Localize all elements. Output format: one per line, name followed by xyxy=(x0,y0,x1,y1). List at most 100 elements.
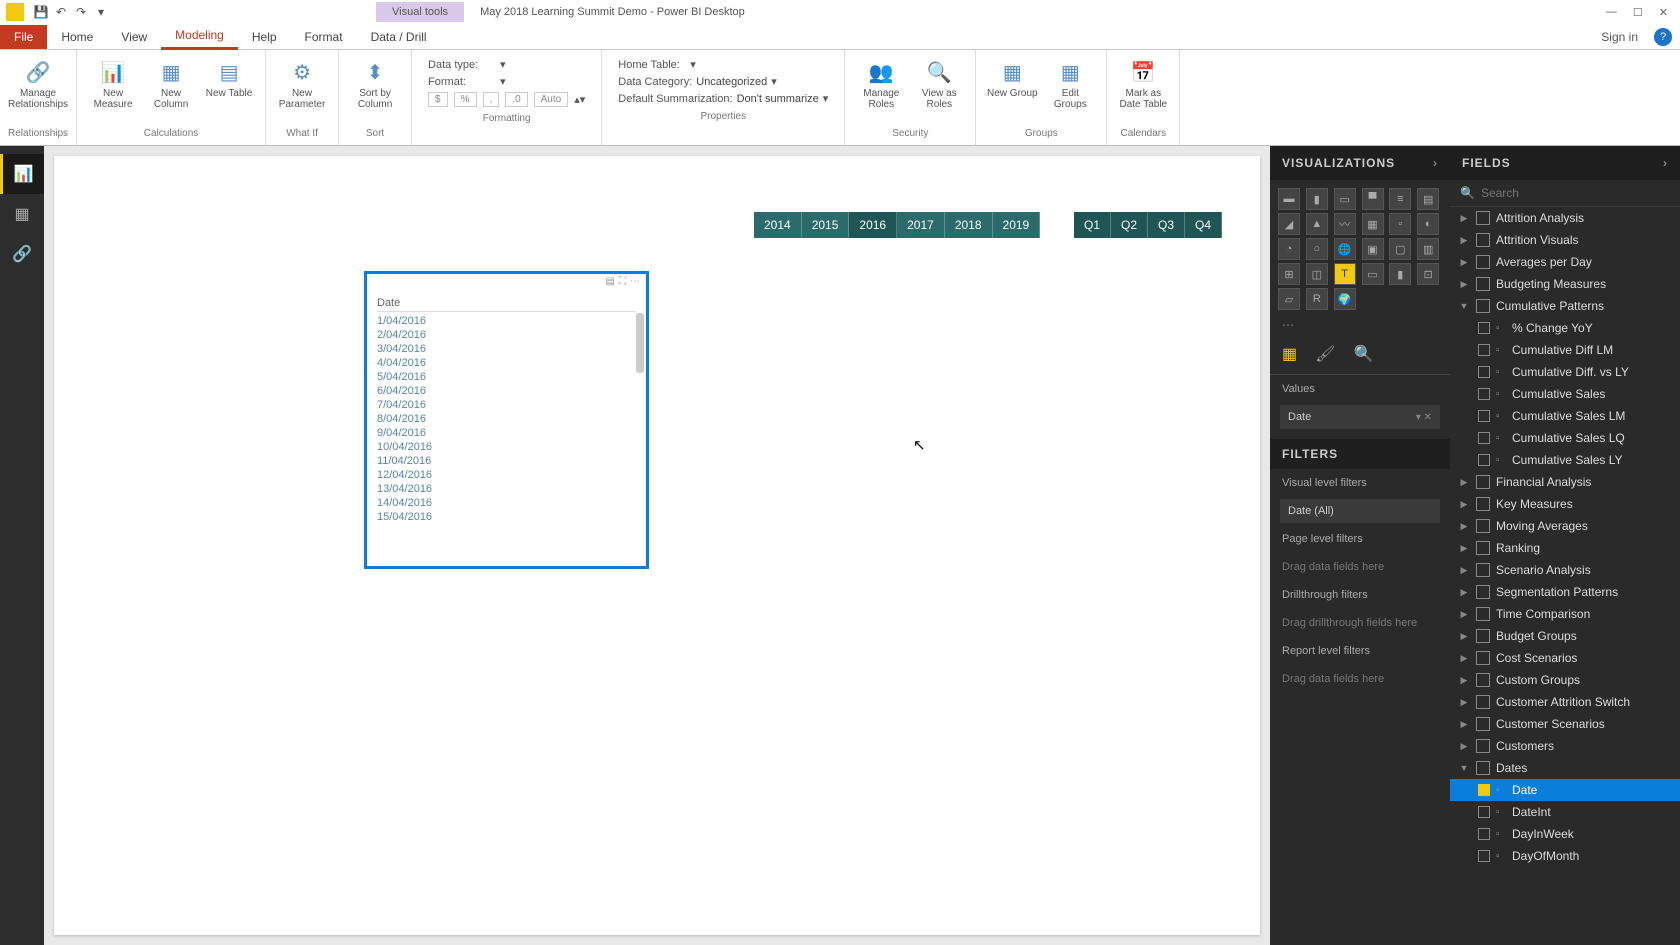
viz-type-button[interactable]: ▤ xyxy=(1417,188,1439,210)
table-row[interactable]: 13/04/2016 xyxy=(377,482,636,496)
field-table[interactable]: ▼Dates xyxy=(1450,757,1680,779)
decimal-button[interactable]: .0 xyxy=(505,92,527,107)
year-slicer-item[interactable]: 2014 xyxy=(754,212,802,238)
visual-focus-icon[interactable]: ⛶ xyxy=(619,276,626,287)
viz-type-button[interactable]: ▬ xyxy=(1278,188,1300,210)
visualization-picker[interactable]: ▬▮▭▀≡▤◢▲〰▦▫◐◔○🌐▣▢▥⊞◫T▭▮⊡▱R🌍 xyxy=(1270,180,1450,318)
table-row[interactable]: 4/04/2016 xyxy=(377,356,636,370)
viz-type-button[interactable]: ▮ xyxy=(1389,263,1411,285)
view-as-roles-button[interactable]: 🔍View as Roles xyxy=(911,54,967,126)
field-table[interactable]: ▶Financial Analysis xyxy=(1450,471,1680,493)
viz-type-button[interactable]: 🌐 xyxy=(1334,238,1356,260)
edit-groups-button[interactable]: ▦Edit Groups xyxy=(1042,54,1098,126)
table-row[interactable]: 11/04/2016 xyxy=(377,454,636,468)
year-slicer-item[interactable]: 2019 xyxy=(993,212,1041,238)
field-table[interactable]: ▶Customer Attrition Switch xyxy=(1450,691,1680,713)
values-field-item[interactable]: Date▾ ✕ xyxy=(1280,405,1440,429)
viz-type-button[interactable]: ◫ xyxy=(1306,263,1328,285)
viz-type-button[interactable]: ▀ xyxy=(1362,188,1384,210)
field-column[interactable]: ▫Cumulative Diff LM xyxy=(1450,339,1680,361)
field-column[interactable]: ▫Cumulative Sales xyxy=(1450,383,1680,405)
field-column[interactable]: ▫Cumulative Sales LQ xyxy=(1450,427,1680,449)
year-slicer[interactable]: 201420152016201720182019 xyxy=(754,212,1040,238)
field-column[interactable]: ▫% Change YoY xyxy=(1450,317,1680,339)
viz-type-button[interactable]: ▥ xyxy=(1417,238,1439,260)
visual-filter-item[interactable]: Date (All) xyxy=(1280,499,1440,523)
field-table[interactable]: ▶Ranking xyxy=(1450,537,1680,559)
year-slicer-item[interactable]: 2015 xyxy=(802,212,850,238)
field-table[interactable]: ▶Customer Scenarios xyxy=(1450,713,1680,735)
field-table[interactable]: ▶Averages per Day xyxy=(1450,251,1680,273)
new-column-button[interactable]: ▦New Column xyxy=(143,54,199,126)
more-viz-icon[interactable]: ⋯ xyxy=(1270,318,1450,338)
datacat-value[interactable]: Uncategorized xyxy=(696,76,767,88)
tab-home[interactable]: Home xyxy=(47,25,107,49)
save-icon[interactable]: 💾 xyxy=(32,3,50,21)
field-table[interactable]: ▶Attrition Analysis xyxy=(1450,207,1680,229)
viz-type-button[interactable]: R xyxy=(1306,288,1328,310)
visual-menu-icon[interactable]: ⋯ xyxy=(630,276,640,287)
viz-type-button[interactable]: ≡ xyxy=(1389,188,1411,210)
viz-type-button[interactable]: ⊞ xyxy=(1278,263,1300,285)
field-table[interactable]: ▶Budgeting Measures xyxy=(1450,273,1680,295)
table-row[interactable]: 14/04/2016 xyxy=(377,496,636,510)
auto-button[interactable]: Auto xyxy=(534,92,569,107)
help-icon[interactable]: ? xyxy=(1654,28,1672,46)
quarter-slicer-item[interactable]: Q2 xyxy=(1111,212,1148,238)
close-icon[interactable]: ✕ xyxy=(1659,6,1668,19)
quarter-slicer-item[interactable]: Q1 xyxy=(1074,212,1111,238)
tab-view[interactable]: View xyxy=(107,25,161,49)
table-row[interactable]: 12/04/2016 xyxy=(377,468,636,482)
collapse-viz-pane-icon[interactable]: › xyxy=(1433,156,1438,170)
viz-type-button[interactable]: ⊡ xyxy=(1417,263,1439,285)
field-table[interactable]: ▶Moving Averages xyxy=(1450,515,1680,537)
model-view-button[interactable]: 🔗 xyxy=(0,234,44,274)
viz-type-button[interactable]: ▱ xyxy=(1278,288,1300,310)
viz-type-button[interactable]: ▦ xyxy=(1362,213,1384,235)
field-column[interactable]: ▫Date xyxy=(1450,779,1680,801)
new-parameter-button[interactable]: ⚙New Parameter xyxy=(274,54,330,126)
viz-type-button[interactable]: ○ xyxy=(1306,238,1328,260)
field-table[interactable]: ▼Cumulative Patterns xyxy=(1450,295,1680,317)
field-table[interactable]: ▶Scenario Analysis xyxy=(1450,559,1680,581)
fmt-stepper-icon[interactable]: ▴▾ xyxy=(574,93,585,106)
viz-type-button[interactable]: ▭ xyxy=(1334,188,1356,210)
format-tab-icon[interactable]: 🖌 xyxy=(1315,344,1335,364)
qat-dropdown-icon[interactable]: ▾ xyxy=(92,3,110,21)
field-table[interactable]: ▶Key Measures xyxy=(1450,493,1680,515)
viz-type-button[interactable]: ▲ xyxy=(1306,213,1328,235)
field-column[interactable]: ▫Cumulative Sales LM xyxy=(1450,405,1680,427)
maximize-icon[interactable]: ☐ xyxy=(1633,6,1643,19)
viz-type-button[interactable]: ▭ xyxy=(1362,263,1384,285)
manage-relationships-button[interactable]: 🔗Manage Relationships xyxy=(10,54,66,126)
quarter-slicer[interactable]: Q1Q2Q3Q4 xyxy=(1074,212,1222,238)
field-table[interactable]: ▶Customers xyxy=(1450,735,1680,757)
field-table[interactable]: ▶Cost Scenarios xyxy=(1450,647,1680,669)
table-row[interactable]: 7/04/2016 xyxy=(377,398,636,412)
field-column[interactable]: ▫Cumulative Sales LY xyxy=(1450,449,1680,471)
sortby-column-button[interactable]: ⬍Sort by Column xyxy=(347,54,403,126)
manage-roles-button[interactable]: 👥Manage Roles xyxy=(853,54,909,126)
field-table[interactable]: ▶Custom Groups xyxy=(1450,669,1680,691)
viz-type-button[interactable]: ◔ xyxy=(1278,238,1300,260)
field-column[interactable]: ▫DateInt xyxy=(1450,801,1680,823)
collapse-fields-pane-icon[interactable]: › xyxy=(1663,156,1668,170)
mark-date-table-button[interactable]: 📅Mark as Date Table xyxy=(1115,54,1171,126)
viz-type-button[interactable]: ◐ xyxy=(1417,213,1439,235)
viz-type-button[interactable]: 〰 xyxy=(1334,213,1356,235)
percent-button[interactable]: % xyxy=(454,92,477,107)
year-slicer-item[interactable]: 2017 xyxy=(897,212,945,238)
field-table[interactable]: ▶Budget Groups xyxy=(1450,625,1680,647)
field-column[interactable]: ▫DayOfMonth xyxy=(1450,845,1680,867)
table-row[interactable]: 8/04/2016 xyxy=(377,412,636,426)
report-canvas[interactable]: 201420152016201720182019 Q1Q2Q3Q4 ▤ ⛶ ⋯ … xyxy=(54,156,1260,935)
table-visual[interactable]: ▤ ⛶ ⋯ Date 1/04/20162/04/20163/04/20164/… xyxy=(364,271,649,569)
field-column[interactable]: ▫Cumulative Diff. vs LY xyxy=(1450,361,1680,383)
signin-link[interactable]: Sign in xyxy=(1601,30,1646,44)
currency-button[interactable]: $ xyxy=(428,92,448,107)
tab-modeling[interactable]: Modeling xyxy=(161,23,238,50)
minimize-icon[interactable]: — xyxy=(1606,6,1617,19)
viz-type-button[interactable]: T xyxy=(1334,263,1356,285)
viz-type-button[interactable]: ▫ xyxy=(1389,213,1411,235)
tab-datadrill[interactable]: Data / Drill xyxy=(357,25,441,49)
